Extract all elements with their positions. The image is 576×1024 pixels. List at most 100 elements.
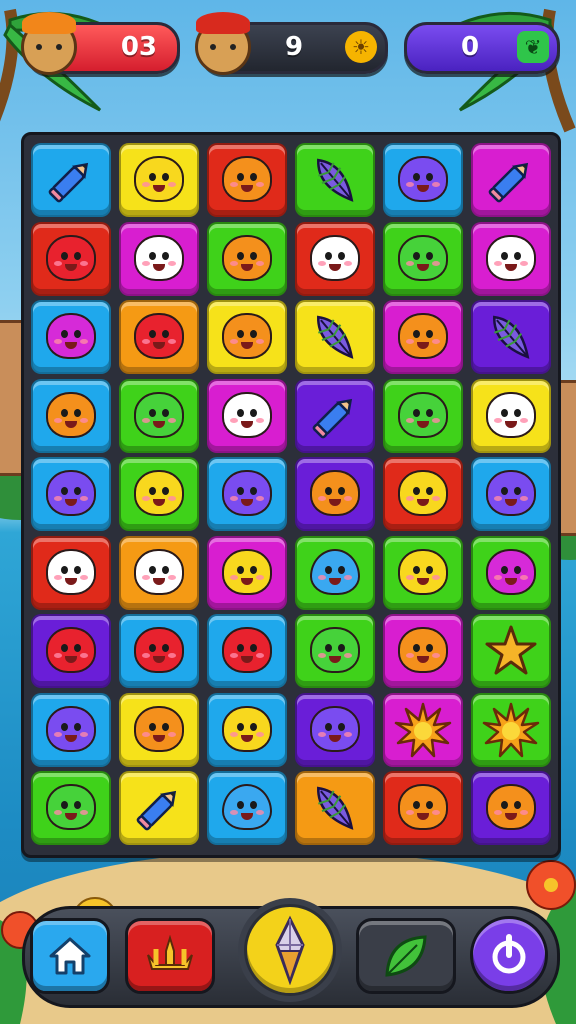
leaf-icon: ❦ [517,31,549,63]
board-tile[interactable] [295,378,375,453]
player1-score-panel: 03 [21,12,180,75]
leaf-count: 0 [461,32,480,62]
crossed-swords-icon [147,935,193,970]
leaf-button[interactable] [356,918,456,994]
board-tile[interactable] [207,143,287,217]
board-tile[interactable] [471,378,551,453]
board-tile[interactable] [119,457,199,531]
blob-creature-icon [46,705,96,752]
cat-creature-icon [310,460,360,516]
blob-creature-icon [398,391,448,438]
board-tile[interactable] [295,614,375,688]
board-tile[interactable] [383,221,463,296]
cat-creature-icon [486,381,536,438]
board-tile[interactable] [31,614,111,688]
board-tile[interactable] [295,692,375,767]
board-tile[interactable] [31,300,111,374]
blob-creature-icon [46,313,96,359]
board-tile[interactable] [31,221,111,296]
blob-creature-icon [310,627,360,673]
pencil-icon [33,145,109,215]
cat-creature-icon [310,224,360,281]
cat-creature-icon [134,146,184,202]
board-tile[interactable] [119,535,199,610]
cat-creature-icon [134,303,184,359]
player1-score: 03 [120,32,157,62]
special-power-button[interactable] [244,904,336,996]
cat-creature-icon [486,774,536,830]
board-tile[interactable] [383,378,463,453]
board-tile[interactable] [119,614,199,688]
blob-creature-icon [398,234,448,281]
board-tile[interactable] [119,300,199,374]
feather-icon [297,145,373,215]
board-tile[interactable] [119,771,199,845]
board-tile[interactable] [295,300,375,374]
board-tile[interactable] [383,535,463,610]
board-tile[interactable] [207,300,287,374]
pencil-icon [297,381,373,451]
board-tile[interactable] [207,614,287,688]
cat-creature-icon [46,538,96,595]
board-tile[interactable] [383,457,463,531]
board-tile[interactable] [383,143,463,217]
board-tile[interactable] [383,614,463,688]
board-tile[interactable] [295,771,375,845]
blob-creature-icon [222,705,272,752]
board-tile[interactable] [31,771,111,845]
blob-creature-icon [398,627,448,673]
battle-button[interactable] [125,918,215,994]
board-tile[interactable] [471,457,551,531]
board-tile[interactable] [31,457,111,531]
board-tile[interactable] [471,535,551,610]
board-tile[interactable] [471,221,551,296]
blob-creature-icon [134,391,184,438]
board-tile[interactable] [295,143,375,217]
board-tile[interactable] [207,692,287,767]
sun-icon: ☀ [345,31,377,63]
board-tile[interactable] [383,692,463,767]
board-tile[interactable] [207,221,287,296]
leaf-icon [385,935,427,977]
board-tile[interactable] [383,300,463,374]
board-tile[interactable] [31,692,111,767]
power-button[interactable] [470,916,548,994]
blob-creature-icon [222,627,272,673]
board-tile[interactable] [119,143,199,217]
board-tile[interactable] [119,692,199,767]
feather-icon [297,302,373,372]
board-tile[interactable] [295,535,375,610]
board-tile[interactable] [471,692,551,767]
cat-creature-icon [398,303,448,359]
board-tile[interactable] [31,143,111,217]
feather-icon [473,302,549,372]
board-tile[interactable] [119,221,199,296]
cat-creature-icon [46,224,96,281]
board-tile[interactable] [471,771,551,845]
board-tile[interactable] [31,535,111,610]
blob-creature-icon [222,391,272,438]
board-tile[interactable] [383,771,463,845]
drop-creature-icon [222,784,272,830]
board-tile[interactable] [119,378,199,453]
board-tile[interactable] [471,143,551,217]
board-tile[interactable] [207,535,287,610]
board-tile[interactable] [295,221,375,296]
moves-panel: 9 ☀ [195,12,388,75]
cat-creature-icon [134,460,184,516]
board-tile[interactable] [207,457,287,531]
crystal-drill-icon [275,915,305,985]
cat-creature-icon [486,538,536,595]
board-tile[interactable] [31,378,111,453]
board-tile[interactable] [471,614,551,688]
board-tile[interactable] [207,378,287,453]
cat-creature-icon [134,538,184,595]
blob-creature-icon [46,470,96,516]
board-tile[interactable] [471,300,551,374]
board-tile[interactable] [295,457,375,531]
cat-creature-icon [134,695,184,752]
cat-creature-icon [486,224,536,281]
burst-icon [385,695,461,765]
board-tile[interactable] [207,771,287,845]
home-button[interactable] [30,918,110,994]
